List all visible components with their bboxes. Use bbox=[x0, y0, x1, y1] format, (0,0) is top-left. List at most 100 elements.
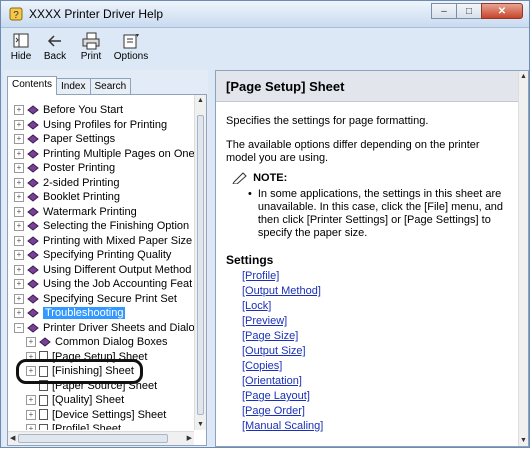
topic-scroll-down-icon[interactable]: ▼ bbox=[520, 437, 527, 444]
settings-link[interactable]: [Orientation] bbox=[242, 374, 511, 389]
tree-item[interactable]: + Poster Printing bbox=[14, 161, 115, 175]
settings-link[interactable]: [Preview] bbox=[242, 314, 511, 329]
tree-item[interactable]: + Using Different Output Method bbox=[14, 263, 191, 277]
settings-link[interactable]: [Profile] bbox=[242, 269, 511, 284]
tree-item-label[interactable]: Poster Printing bbox=[43, 162, 115, 174]
expand-icon[interactable]: + bbox=[14, 192, 24, 203]
topic-scroll-up-icon[interactable]: ▲ bbox=[520, 73, 527, 80]
tree-item[interactable]: + [Device Settings] Sheet bbox=[26, 408, 166, 422]
tree-item-label[interactable]: Specifying Secure Print Set bbox=[43, 293, 177, 305]
title-bar[interactable]: ? XXXX Printer Driver Help – □ ✕ bbox=[1, 1, 529, 28]
back-arrow-icon bbox=[47, 35, 61, 47]
options-button[interactable]: Options bbox=[111, 32, 151, 62]
tree-item[interactable]: +2-sided Printing bbox=[14, 176, 119, 190]
tree-item[interactable]: + Using Profiles for Printing bbox=[14, 118, 167, 132]
tree-item-label[interactable]: Before You Start bbox=[43, 104, 123, 116]
tree-vertical-scrollbar[interactable]: ▲ ▼ bbox=[194, 95, 206, 430]
topic-vertical-scrollbar[interactable]: ▲ ▼ bbox=[518, 71, 528, 446]
tab-search[interactable]: Search bbox=[89, 78, 132, 95]
tab-contents[interactable]: Contents bbox=[7, 76, 58, 95]
expand-icon[interactable]: + bbox=[14, 105, 24, 116]
tree-item-label[interactable]: [Device Settings] Sheet bbox=[52, 409, 166, 421]
tree-item-label[interactable]: Using Profiles for Printing bbox=[43, 119, 167, 131]
tree-item-label[interactable]: Booklet Printing bbox=[43, 191, 120, 203]
topic-body: Specifies the settings for page formatti… bbox=[226, 115, 511, 434]
expand-icon[interactable]: + bbox=[14, 134, 24, 145]
scroll-up-icon[interactable]: ▲ bbox=[197, 97, 204, 104]
book-icon bbox=[27, 206, 39, 217]
tree-item[interactable]: + [Quality] Sheet bbox=[26, 393, 124, 407]
tree-item-label[interactable]: [Quality] Sheet bbox=[52, 394, 124, 406]
tree-scroll-thumb[interactable] bbox=[197, 115, 204, 415]
expand-icon[interactable]: + bbox=[14, 250, 24, 261]
settings-link[interactable]: [Page Layout] bbox=[242, 389, 511, 404]
settings-link[interactable]: [Lock] bbox=[242, 299, 511, 314]
expand-icon[interactable]: + bbox=[26, 337, 36, 348]
tree-item[interactable]: − Printer Driver Sheets and Dialo bbox=[14, 321, 194, 335]
tree-item-label[interactable]: [Profile] Sheet bbox=[52, 423, 121, 430]
tree-item-label[interactable]: Printer Driver Sheets and Dialo bbox=[43, 322, 194, 334]
expand-icon[interactable]: + bbox=[14, 293, 24, 304]
print-button[interactable]: Print bbox=[75, 32, 107, 62]
settings-link[interactable]: [Page Size] bbox=[242, 329, 511, 344]
scroll-right-icon[interactable]: ▶ bbox=[187, 434, 192, 442]
tree-item[interactable]: + Specifying Secure Print Set bbox=[14, 292, 177, 306]
tree-item[interactable]: + Troubleshooting bbox=[14, 306, 126, 320]
tree-item[interactable]: + Before You Start bbox=[14, 103, 123, 117]
tree-item[interactable]: + Common Dialog Boxes bbox=[26, 335, 168, 349]
expand-icon[interactable]: + bbox=[26, 395, 36, 406]
expand-icon[interactable]: + bbox=[14, 264, 24, 275]
tree-item-label[interactable]: Using Different Output Method bbox=[43, 264, 191, 276]
help-app-icon: ? bbox=[9, 7, 23, 21]
settings-link[interactable]: [Copies] bbox=[242, 359, 511, 374]
tree-item-label[interactable]: Printing Multiple Pages on One bbox=[43, 148, 194, 160]
tree-item-label[interactable]: Paper Settings bbox=[43, 133, 115, 145]
tree-item[interactable]: + Booklet Printing bbox=[14, 190, 120, 204]
tree-item-label[interactable]: Using the Job Accounting Feat bbox=[43, 278, 192, 290]
settings-link[interactable]: [Output Method] bbox=[242, 284, 511, 299]
expand-icon[interactable]: + bbox=[14, 235, 24, 246]
expand-icon[interactable]: + bbox=[14, 163, 24, 174]
back-button[interactable]: Back bbox=[39, 32, 71, 62]
settings-link[interactable]: [Page Order] bbox=[242, 404, 511, 419]
tree-item[interactable]: + Watermark Printing bbox=[14, 205, 137, 219]
expand-icon[interactable]: + bbox=[14, 279, 24, 290]
tree-horizontal-scrollbar[interactable]: ◀ ▶ bbox=[8, 431, 194, 445]
tree-item[interactable]: + [Profile] Sheet bbox=[26, 422, 121, 430]
settings-link[interactable]: [Output Size] bbox=[242, 344, 511, 359]
tree-item[interactable]: + Selecting the Finishing Option bbox=[14, 219, 189, 233]
collapse-icon[interactable]: − bbox=[14, 322, 24, 333]
tree-item-label[interactable]: Printing with Mixed Paper Size bbox=[43, 235, 192, 247]
expand-icon[interactable]: + bbox=[14, 177, 24, 188]
tree-item-label[interactable]: Common Dialog Boxes bbox=[55, 336, 168, 348]
tree-item[interactable]: + Printing Multiple Pages on One bbox=[14, 147, 194, 161]
minimize-button[interactable]: – bbox=[431, 3, 457, 19]
settings-heading: Settings bbox=[226, 253, 274, 267]
scroll-left-icon[interactable]: ◀ bbox=[10, 434, 15, 442]
tree-item-label[interactable]: Specifying Printing Quality bbox=[43, 249, 171, 261]
settings-link[interactable]: [Manual Scaling] bbox=[242, 419, 511, 434]
tree-item-label[interactable]: Watermark Printing bbox=[43, 206, 137, 218]
expand-icon[interactable]: + bbox=[14, 148, 24, 159]
close-button[interactable]: ✕ bbox=[481, 3, 523, 19]
printer-icon bbox=[82, 32, 100, 50]
tree-item[interactable]: + Specifying Printing Quality bbox=[14, 248, 171, 262]
tree-item[interactable]: + Paper Settings bbox=[14, 132, 115, 146]
tree-item-label-selected[interactable]: Troubleshooting bbox=[43, 307, 126, 319]
tree-item-label[interactable]: Selecting the Finishing Option bbox=[43, 220, 189, 232]
tree-item-label[interactable]: 2-sided Printing bbox=[43, 177, 119, 189]
expand-icon[interactable]: + bbox=[26, 409, 36, 420]
expand-icon[interactable]: + bbox=[14, 119, 24, 130]
expand-icon[interactable]: + bbox=[14, 308, 24, 319]
expand-icon[interactable]: + bbox=[14, 221, 24, 232]
expand-icon[interactable]: + bbox=[26, 424, 36, 430]
expand-icon[interactable]: + bbox=[14, 206, 24, 217]
maximize-button[interactable]: □ bbox=[456, 3, 482, 19]
tree-item[interactable]: + Printing with Mixed Paper Size bbox=[14, 234, 192, 248]
tree-hscroll-thumb[interactable] bbox=[18, 434, 168, 443]
tab-index[interactable]: Index bbox=[56, 78, 91, 95]
hide-button[interactable]: Hide bbox=[5, 32, 37, 62]
scroll-down-icon[interactable]: ▼ bbox=[197, 421, 204, 428]
back-label: Back bbox=[43, 51, 67, 62]
tree-item[interactable]: + Using the Job Accounting Feat bbox=[14, 277, 192, 291]
